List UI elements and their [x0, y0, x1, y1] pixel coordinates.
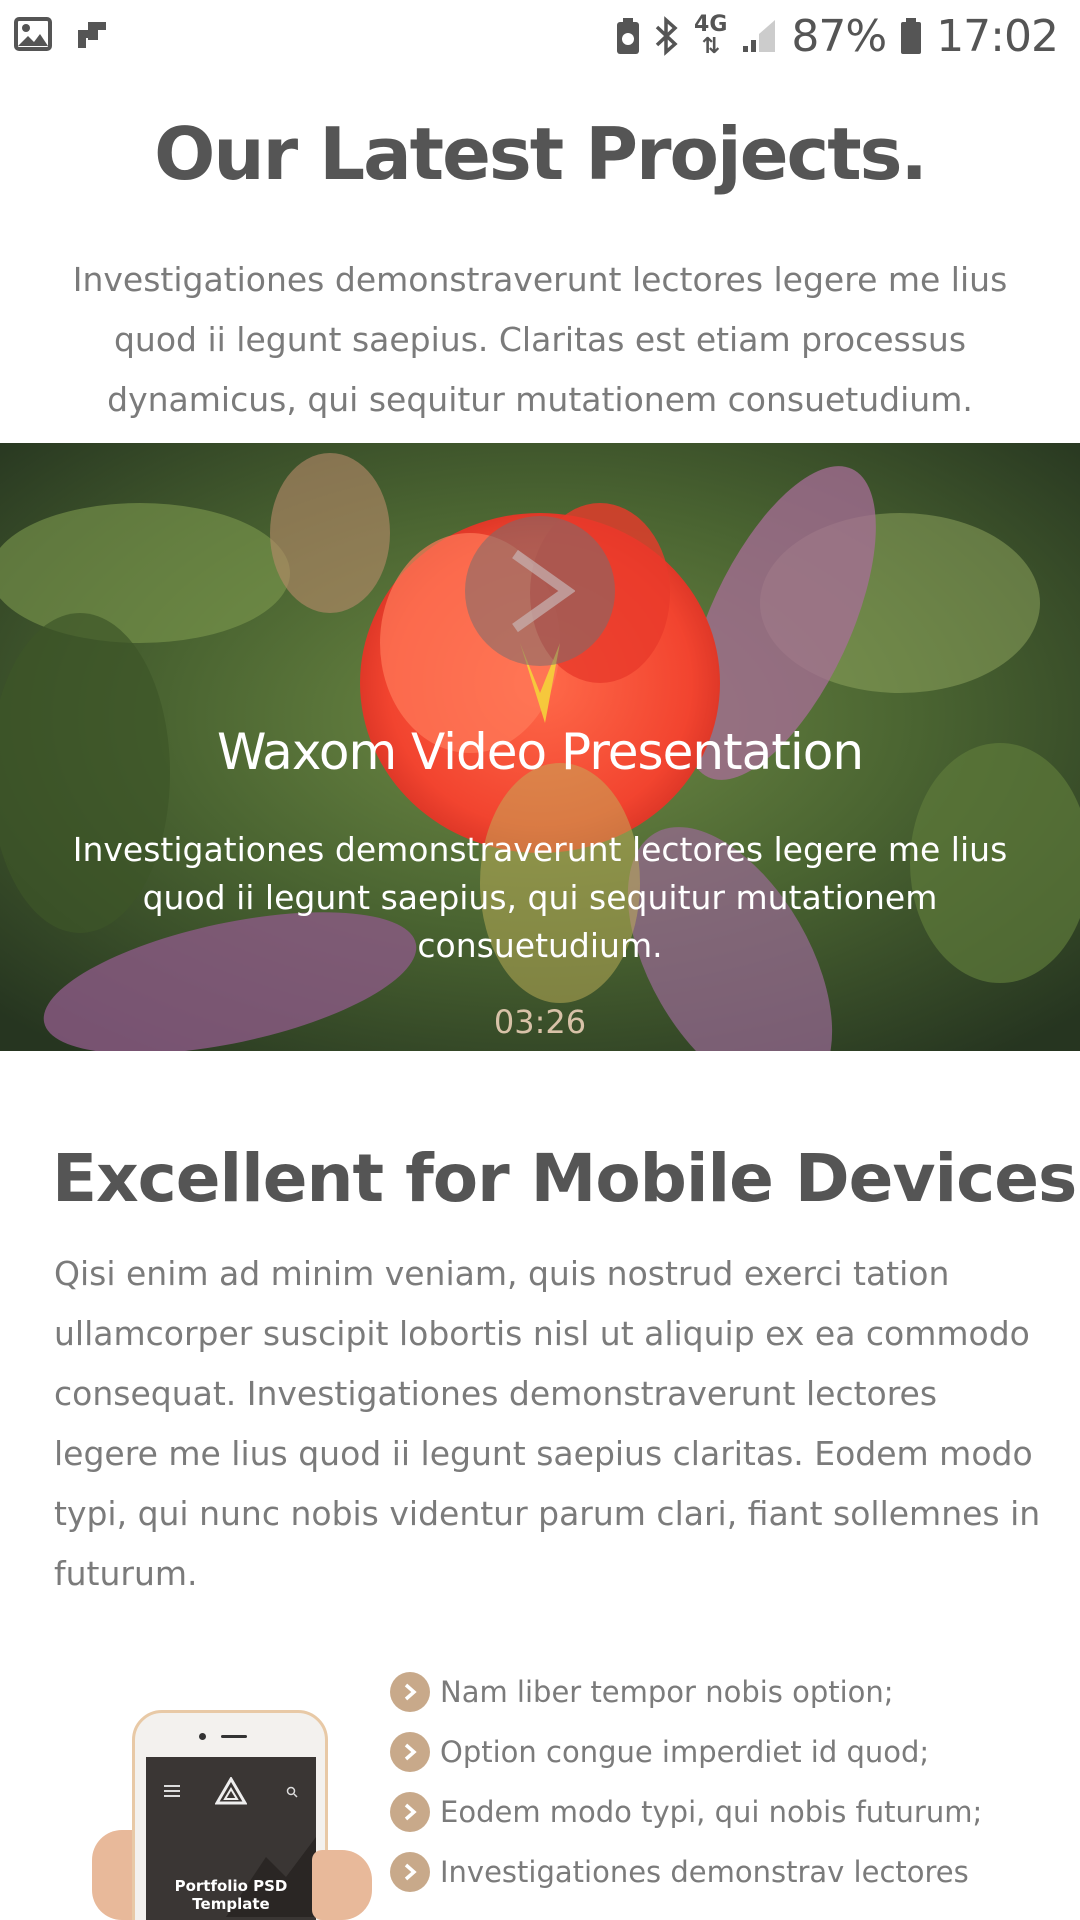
image-icon: [14, 17, 52, 51]
video-title: Waxom Video Presentation: [216, 723, 864, 781]
feature-label: Eodem modo typi, qui nobis futurum;: [440, 1795, 983, 1829]
video-banner[interactable]: Waxom Video Presentation Investigationes…: [0, 443, 1080, 1051]
mobile-description: Qisi enim ad minim veniam, quis nostrud …: [54, 1254, 1041, 1593]
search-icon: [286, 1786, 298, 1798]
hand-right: [312, 1850, 372, 1920]
status-right: 4G ⇅ 87% 17:02: [616, 8, 1059, 64]
chevron-right-icon: [390, 1792, 430, 1832]
feature-label: Nam liber tempor nobis option;: [440, 1675, 894, 1709]
chevron-right-icon: [390, 1732, 430, 1772]
feature-label: Investigationes demonstrav lectores: [440, 1855, 969, 1889]
chevron-right-icon: [390, 1852, 430, 1892]
phone-screen: Portfolio PSD Template: [146, 1757, 316, 1920]
phone-screen-title: Portfolio PSD Template: [174, 1877, 288, 1913]
chevron-right-icon: [390, 1672, 430, 1712]
battery-icon: [901, 18, 922, 54]
play-button[interactable]: [465, 516, 615, 666]
battery-percent: 87%: [791, 10, 887, 62]
feature-label: Option congue imperdiet id quod;: [440, 1735, 930, 1769]
projects-title: Our Latest Projects.: [154, 112, 928, 196]
video-description: Investigationes demonstraverunt lectores…: [72, 830, 1008, 965]
phone-mockup-image: Portfolio PSD Template: [80, 1700, 380, 1920]
phone-device: Portfolio PSD Template: [132, 1710, 328, 1920]
status-bar: 4G ⇅ 87% 17:02: [0, 0, 1080, 72]
list-item: Nam liber tempor nobis option;: [390, 1662, 1070, 1722]
list-item: Eodem modo typi, qui nobis futurum;: [390, 1782, 1070, 1842]
list-item: Option congue imperdiet id quod;: [390, 1722, 1070, 1782]
phone-speaker: [221, 1735, 247, 1738]
clock: 17:02: [936, 10, 1059, 62]
cards-icon: [78, 22, 106, 48]
status-left-icons: [14, 16, 110, 52]
projects-description: Investigationes demonstraverunt lectores…: [72, 260, 1008, 419]
network-4g-icon: 4G ⇅: [694, 12, 728, 59]
feature-list: Nam liber tempor nobis option; Option co…: [390, 1662, 1070, 1902]
play-icon: [512, 549, 575, 633]
signal-icon: [743, 20, 776, 52]
battery-saver-icon: [617, 18, 640, 54]
list-item: Investigationes demonstrav lectores: [390, 1842, 1070, 1902]
mobile-title: Excellent for Mobile Devices.: [52, 1140, 1080, 1217]
video-duration: 03:26: [493, 1003, 587, 1041]
menu-icon: [164, 1785, 180, 1797]
phone-camera: [199, 1733, 206, 1740]
bluetooth-icon: [655, 16, 678, 56]
logo-icon: [215, 1777, 247, 1805]
